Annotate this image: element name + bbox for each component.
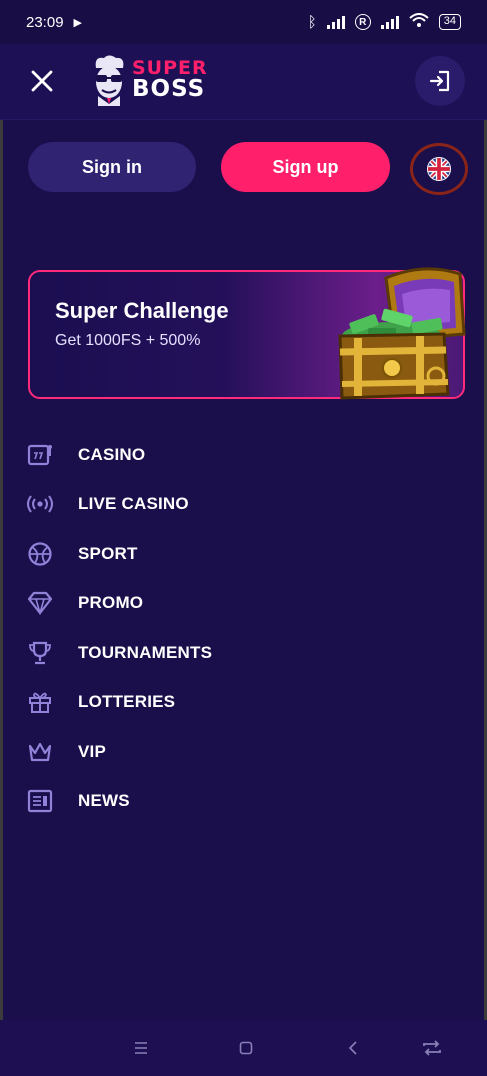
menu-item-promo[interactable]: PROMO <box>26 588 426 618</box>
rotate-button[interactable] <box>420 1036 444 1060</box>
menu-item-news[interactable]: NEWS <box>26 786 426 816</box>
status-bar: 23:09 ▶ ᛒ R 34 <box>0 0 487 44</box>
uk-flag-icon <box>427 157 451 181</box>
signal-icon <box>326 15 345 29</box>
close-icon <box>31 70 53 92</box>
home-square-icon <box>239 1041 253 1055</box>
menu-item-lotteries[interactable]: LOTTERIES <box>26 687 426 717</box>
menu-label-vip: VIP <box>78 742 107 761</box>
basketball-icon <box>26 540 54 568</box>
trophy-icon <box>26 639 54 667</box>
wifi-icon <box>409 13 429 31</box>
home-button[interactable] <box>234 1036 258 1060</box>
menu-item-vip[interactable]: VIP <box>26 737 426 767</box>
back-button[interactable] <box>341 1036 365 1060</box>
menu-label-live-casino: LIVE CASINO <box>78 494 189 513</box>
menu-label-casino: CASINO <box>78 445 146 464</box>
bluetooth-icon: ᛒ <box>307 13 317 31</box>
boss-face-icon <box>95 55 124 106</box>
logo-text-bottom: BOSS <box>132 76 206 102</box>
rotate-icon <box>423 1040 441 1056</box>
back-chevron-icon <box>348 1041 357 1055</box>
app-header: SUPER BOSS <box>0 44 487 120</box>
status-time: 23:09 <box>26 13 64 31</box>
menu-item-live-casino[interactable]: LIVE CASINO <box>26 489 426 519</box>
play-icon: ▶ <box>73 16 83 29</box>
system-nav-bar <box>0 1020 487 1076</box>
roaming-icon: R <box>354 14 371 30</box>
banner-subtitle: Get 1000FS + 500% <box>55 332 201 349</box>
diamond-icon <box>26 589 54 617</box>
menu-label-promo: PROMO <box>78 593 144 612</box>
recent-apps-button[interactable] <box>129 1036 153 1060</box>
menu-label-lotteries: LOTTERIES <box>78 692 176 711</box>
menu-item-sport[interactable]: SPORT <box>26 539 426 569</box>
signup-button[interactable]: Sign up <box>221 142 390 192</box>
menu-item-tournaments[interactable]: TOURNAMENTS <box>26 638 426 668</box>
login-icon <box>429 70 450 92</box>
login-button[interactable] <box>415 56 465 106</box>
menu-item-casino[interactable]: CASINO <box>26 440 426 470</box>
menu-label-tournaments: TOURNAMENTS <box>78 643 213 662</box>
menu-lines-icon <box>135 1042 147 1054</box>
newspaper-icon <box>26 787 54 815</box>
auth-row: Sign in Sign up <box>0 142 487 195</box>
crown-icon <box>26 738 54 766</box>
banner-title: Super Challenge <box>55 298 229 323</box>
signal-icon-2 <box>380 15 399 29</box>
gift-icon <box>26 688 54 716</box>
brand-logo[interactable]: SUPER BOSS <box>90 54 208 106</box>
close-menu-button[interactable] <box>22 61 62 101</box>
treasure-chest-icon <box>338 267 466 400</box>
signin-button[interactable]: Sign in <box>28 142 196 192</box>
menu-label-news: NEWS <box>78 791 130 810</box>
language-selector[interactable] <box>410 143 468 195</box>
slot-machine-icon <box>26 441 54 469</box>
broadcast-icon <box>26 490 54 518</box>
super-challenge-banner[interactable]: Super Challenge Get 1000FS + 500% <box>28 267 466 400</box>
menu-label-sport: SPORT <box>78 544 138 563</box>
battery-indicator: 34 <box>438 14 461 30</box>
